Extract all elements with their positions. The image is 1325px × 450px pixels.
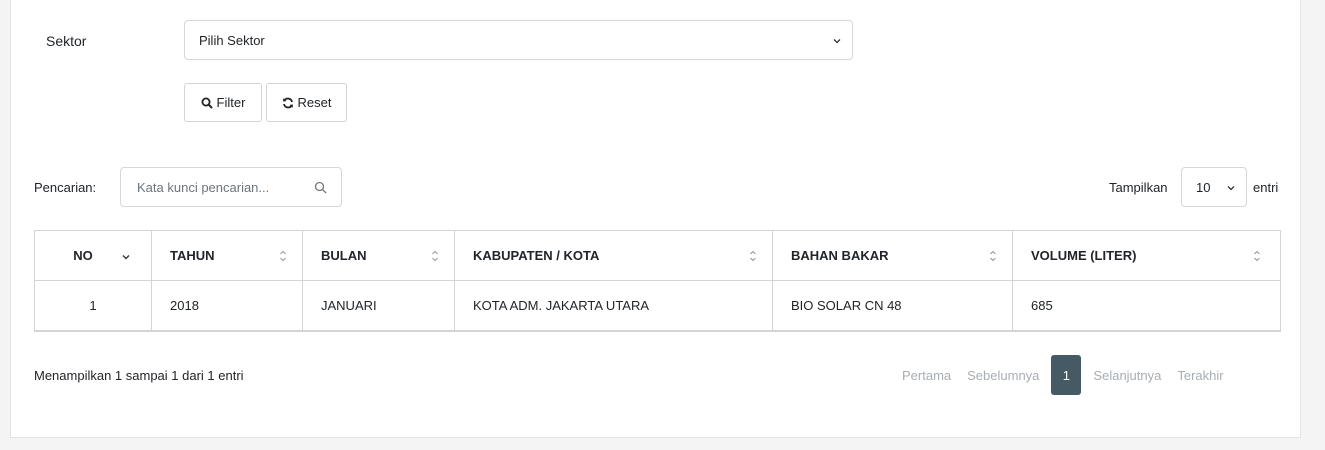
column-header-label: VOLUME (LITER) (1031, 248, 1137, 263)
search-input[interactable]: Kata kunci pencarian... (120, 167, 342, 207)
column-header-label: NO (73, 248, 93, 263)
column-header-kabupaten-kota[interactable]: KABUPATEN / KOTA (454, 230, 773, 281)
sort-desc-icon (122, 255, 130, 260)
reset-button[interactable]: Reset (266, 83, 347, 122)
column-header-label: BAHAN BAKAR (791, 248, 889, 263)
page-length-select[interactable]: 10 (1181, 167, 1247, 207)
pagination-last[interactable]: Terakhir (1171, 368, 1229, 383)
cell-no: 1 (34, 280, 152, 331)
pagination-previous[interactable]: Sebelumnya (961, 368, 1045, 383)
column-header-bahan-bakar[interactable]: BAHAN BAKAR (772, 230, 1013, 281)
table-row: 1 2018 JANUARI KOTA ADM. JAKARTA UTARA B… (34, 280, 1281, 331)
chevron-down-icon (833, 39, 841, 44)
sort-icon (750, 250, 756, 262)
filter-button[interactable]: Filter (184, 83, 262, 122)
sector-select[interactable]: Pilih Sektor (184, 20, 853, 60)
search-placeholder: Kata kunci pencarian... (137, 180, 270, 195)
cell-bahan-bakar: BIO SOLAR CN 48 (772, 280, 1013, 331)
show-label: Tampilkan (1109, 180, 1168, 195)
data-table: NO TAHUN BULAN KABUPATEN / KOTA BAHAN BA… (34, 230, 1281, 332)
sector-label: Sektor (46, 33, 87, 49)
pagination-current-page[interactable]: 1 (1051, 355, 1082, 395)
sort-icon (432, 250, 438, 262)
chevron-down-icon (1227, 186, 1235, 191)
search-icon (314, 181, 327, 194)
refresh-icon (282, 97, 293, 108)
filter-card: Sektor Pilih Sektor Filter Reset Pencari… (10, 0, 1301, 438)
search-label: Pencarian: (34, 180, 97, 195)
cell-tahun: 2018 (151, 280, 303, 331)
sort-icon (990, 250, 996, 262)
column-header-no[interactable]: NO (34, 230, 152, 281)
column-header-tahun[interactable]: TAHUN (151, 230, 303, 281)
page-length-value: 10 (1196, 180, 1211, 195)
sort-icon (1254, 250, 1260, 262)
reset-button-label: Reset (297, 95, 332, 110)
column-header-label: BULAN (321, 248, 367, 263)
column-header-label: TAHUN (170, 248, 215, 263)
table-info: Menampilkan 1 sampai 1 dari 1 entri (34, 368, 244, 383)
filter-button-label: Filter (216, 95, 246, 110)
sort-icon (280, 250, 286, 262)
cell-volume: 685 (1012, 280, 1281, 331)
entries-label: entri (1253, 180, 1279, 195)
pagination: Pertama Sebelumnya 1 Selanjutnya Terakhi… (896, 355, 1230, 395)
search-icon (201, 97, 213, 109)
table-header-row: NO TAHUN BULAN KABUPATEN / KOTA BAHAN BA… (34, 230, 1281, 281)
column-header-bulan[interactable]: BULAN (302, 230, 455, 281)
pagination-next[interactable]: Selanjutnya (1087, 368, 1167, 383)
pagination-first[interactable]: Pertama (896, 368, 957, 383)
column-header-volume[interactable]: VOLUME (LITER) (1012, 230, 1281, 281)
column-header-label: KABUPATEN / KOTA (473, 248, 600, 263)
cell-bulan: JANUARI (302, 280, 455, 331)
cell-kabupaten-kota: KOTA ADM. JAKARTA UTARA (454, 280, 773, 331)
sector-select-value: Pilih Sektor (199, 33, 265, 48)
